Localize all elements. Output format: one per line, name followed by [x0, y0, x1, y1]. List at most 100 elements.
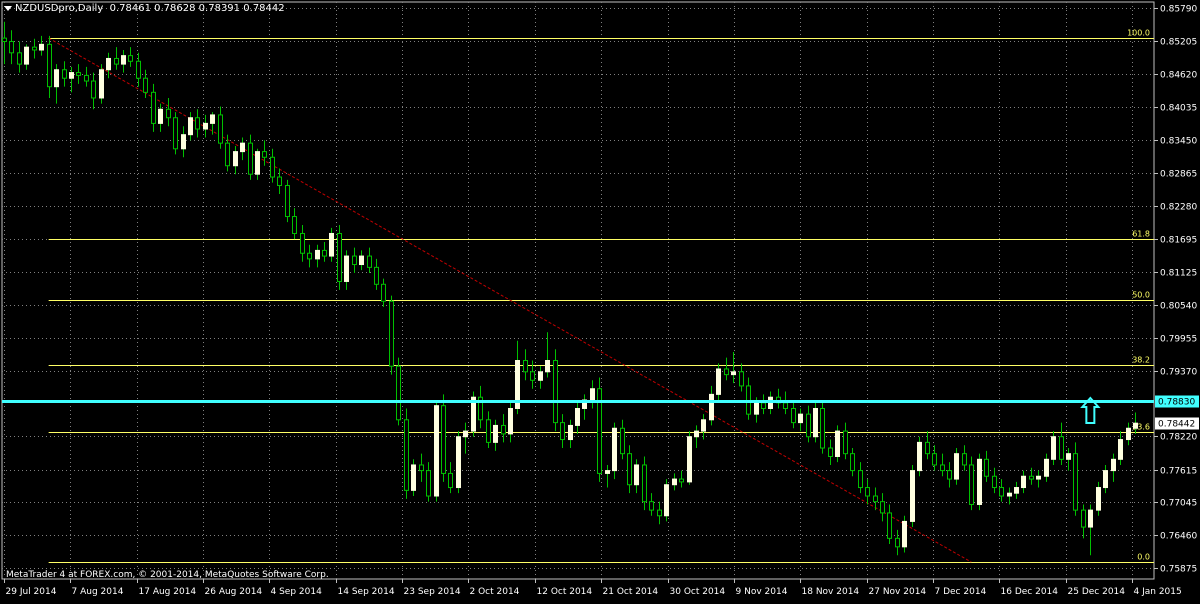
bull-candle: [1007, 492, 1012, 497]
bear-candle: [84, 74, 89, 82]
y-tick-label: 0.82280: [1160, 203, 1197, 213]
bull-candle: [731, 371, 736, 376]
bull-candle: [910, 470, 915, 522]
x-tick-label: 7 Aug 2014: [72, 587, 124, 597]
price-axis: 0.85790 0.85205 0.84620 0.84035 0.83450 0.828…: [1154, 5, 1197, 575]
candlestick-chart[interactable]: 100.061.850.038.223.60.0 0.788300.78442 …: [0, 0, 1200, 600]
y-tick-label: 0.84035: [1160, 104, 1197, 114]
bear-candle: [806, 413, 811, 438]
fib-label: 100.0: [1127, 29, 1150, 38]
bear-candle: [352, 255, 357, 266]
bear-candle: [389, 300, 394, 367]
bull-candle: [612, 427, 617, 472]
bull-candle: [54, 69, 59, 88]
bull-candle: [672, 478, 677, 486]
bear-candle: [262, 151, 267, 158]
bull-candle: [39, 43, 44, 51]
bear-candle: [91, 80, 96, 99]
x-tick-label: 7 Dec 2014: [935, 587, 987, 597]
x-tick-label: 14 Sep 2014: [338, 587, 395, 597]
bear-candle: [761, 402, 766, 409]
bull-candle: [1021, 475, 1026, 489]
bear-candle: [642, 464, 647, 503]
bull-candle: [1118, 439, 1123, 460]
bull-candle: [835, 430, 840, 457]
ohlc-values: 0.78461 0.78628 0.78391 0.78442: [109, 3, 285, 14]
bull-candle: [575, 407, 580, 426]
bull-candle: [917, 441, 922, 472]
time-axis: 29 Jul 2014 7 Aug 2014 17 Aug 2014 26 Aug 2…: [4, 579, 1182, 597]
bear-candle: [2, 37, 7, 43]
bull-candle: [1088, 509, 1093, 528]
bear-candle: [828, 447, 833, 457]
bear-candle: [285, 184, 290, 218]
bear-candle: [62, 69, 67, 79]
bull-candle: [1096, 487, 1101, 511]
x-tick-label: 23 Sep 2014: [404, 587, 461, 597]
x-tick-label: 26 Aug 2014: [205, 587, 263, 597]
bull-candle: [694, 430, 699, 438]
bear-candle: [225, 142, 230, 167]
bear-candle: [992, 475, 997, 489]
fib-label: 38.2: [1132, 356, 1150, 365]
bull-candle: [1103, 470, 1108, 489]
bull-candle: [434, 405, 439, 497]
bear-candle: [962, 453, 967, 466]
bear-candle: [739, 371, 744, 387]
bear-candle: [374, 266, 379, 285]
fib-label: 0.0: [1137, 553, 1150, 562]
bear-candle: [426, 470, 431, 497]
bear-candle: [114, 57, 119, 65]
bull-candle: [1036, 475, 1041, 480]
bear-candle: [940, 464, 945, 472]
bull-candle: [1111, 458, 1116, 472]
bear-candle: [1081, 509, 1086, 528]
bull-candle: [1044, 458, 1049, 477]
y-tick-label: 0.80540: [1160, 302, 1197, 312]
bull-candle: [1051, 436, 1056, 460]
bull-candle: [545, 360, 550, 373]
bear-candle: [322, 249, 327, 257]
bear-candle: [448, 472, 453, 489]
bull-candle: [590, 388, 595, 401]
bull-candle: [977, 458, 982, 505]
bear-candle: [620, 427, 625, 455]
bull-candle: [493, 424, 498, 443]
x-tick-label: 25 Dec 2014: [1068, 587, 1126, 597]
bull-candle: [99, 69, 104, 99]
bear-candle: [560, 422, 565, 441]
bull-candle: [798, 413, 803, 424]
copyright-text: MetaTrader 4 at FOREX.com, © 2001-2014, …: [6, 570, 329, 580]
bull-candle: [158, 108, 163, 124]
x-tick-label: 27 Nov 2014: [869, 587, 927, 597]
bull-candle: [687, 436, 692, 483]
bear-candle: [1073, 453, 1078, 511]
bull-candle: [329, 232, 334, 257]
bear-candle: [501, 424, 506, 435]
bear-candle: [486, 419, 491, 443]
bear-candle: [419, 464, 424, 472]
bear-candle: [9, 41, 14, 54]
bear-candle: [523, 360, 528, 373]
bear-candle: [17, 52, 22, 65]
bear-candle: [657, 509, 662, 517]
bear-candle: [724, 368, 729, 376]
bull-candle: [233, 151, 238, 167]
x-tick-label: 2 Oct 2014: [470, 587, 520, 597]
bull-candle: [538, 371, 543, 381]
dropdown-triangle-icon[interactable]: [4, 5, 12, 11]
bull-candle: [240, 142, 245, 153]
bull-candle: [605, 470, 610, 474]
bear-candle: [932, 453, 937, 466]
bear-candle: [925, 441, 930, 455]
bull-candle: [1126, 427, 1131, 441]
bear-candle: [195, 117, 200, 130]
x-tick-label: 12 Oct 2014: [537, 587, 593, 597]
y-tick-label: 0.82865: [1160, 170, 1197, 180]
bear-candle: [783, 402, 788, 409]
bull-candle: [701, 419, 706, 432]
bear-candle: [404, 419, 409, 491]
bear-candle: [858, 470, 863, 489]
bear-candle: [32, 46, 37, 51]
chart-window[interactable]: 100.0 61.8 50.0 38.2 23.6 0.0 0.78830 0.78442 …: [0, 0, 1200, 600]
